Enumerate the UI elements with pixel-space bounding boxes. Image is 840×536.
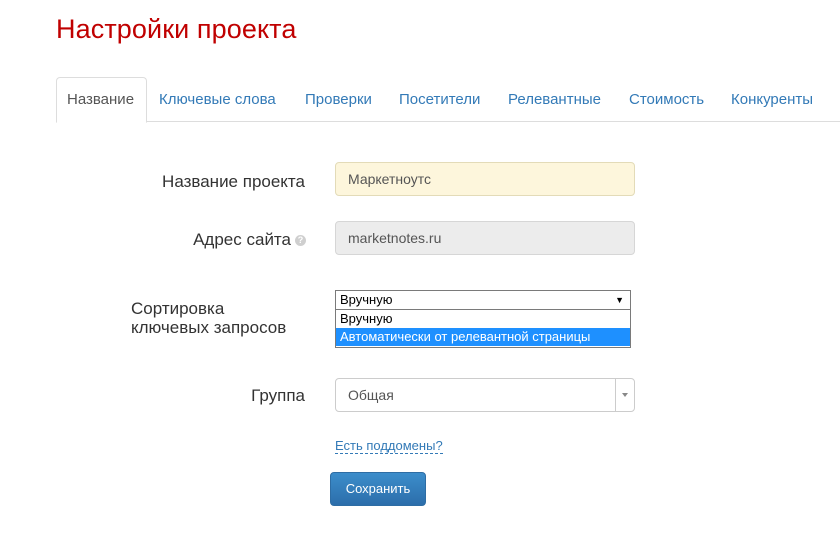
sorting-option-manual[interactable]: Вручную xyxy=(336,310,630,328)
sorting-dropdown-list: Вручную Автоматически от релевантной стр… xyxy=(335,310,631,348)
group-arrow-area[interactable] xyxy=(615,379,634,411)
subdomains-link[interactable]: Есть поддомены? xyxy=(335,438,443,454)
question-icon[interactable]: ? xyxy=(295,235,306,247)
project-name-input[interactable] xyxy=(335,162,635,196)
site-address-input xyxy=(335,221,635,255)
sorting-option-auto[interactable]: Автоматически от релевантной страницы xyxy=(336,328,630,346)
tab-competitors[interactable]: Конкуренты xyxy=(721,77,823,122)
tab-name[interactable]: Название xyxy=(56,77,147,123)
settings-tabs: Название Ключевые слова Проверки Посетит… xyxy=(56,77,840,123)
group-label: Группа xyxy=(251,386,305,405)
group-selected-value: Общая xyxy=(348,387,394,403)
site-address-label-text: Адрес сайта xyxy=(193,230,291,249)
group-select[interactable]: Общая xyxy=(335,378,635,412)
site-address-label: Адрес сайта? xyxy=(193,230,306,250)
save-button[interactable]: Сохранить xyxy=(330,472,426,506)
sorting-label-line1: Сортировка xyxy=(131,299,225,318)
sorting-selected-value: Вручную xyxy=(340,292,393,307)
tab-relevant[interactable]: Релевантные xyxy=(498,77,611,122)
chevron-down-icon xyxy=(622,393,628,397)
sorting-label-line2: ключевых запросов xyxy=(131,318,287,337)
sorting-label: Сортировка ключевых запросов xyxy=(131,299,286,337)
sorting-select[interactable]: Вручную ▼ xyxy=(335,290,631,310)
dropdown-arrow-icon: ▼ xyxy=(615,295,624,305)
project-name-label: Название проекта xyxy=(162,172,305,191)
tab-keywords[interactable]: Ключевые слова xyxy=(149,77,286,122)
tab-cost[interactable]: Стоимость xyxy=(619,77,714,122)
project-settings-page: Настройки проекта Название Ключевые слов… xyxy=(0,0,840,536)
page-title: Настройки проекта xyxy=(56,14,297,44)
tab-checks[interactable]: Проверки xyxy=(295,77,382,122)
tab-visitors[interactable]: Посетители xyxy=(389,77,490,122)
